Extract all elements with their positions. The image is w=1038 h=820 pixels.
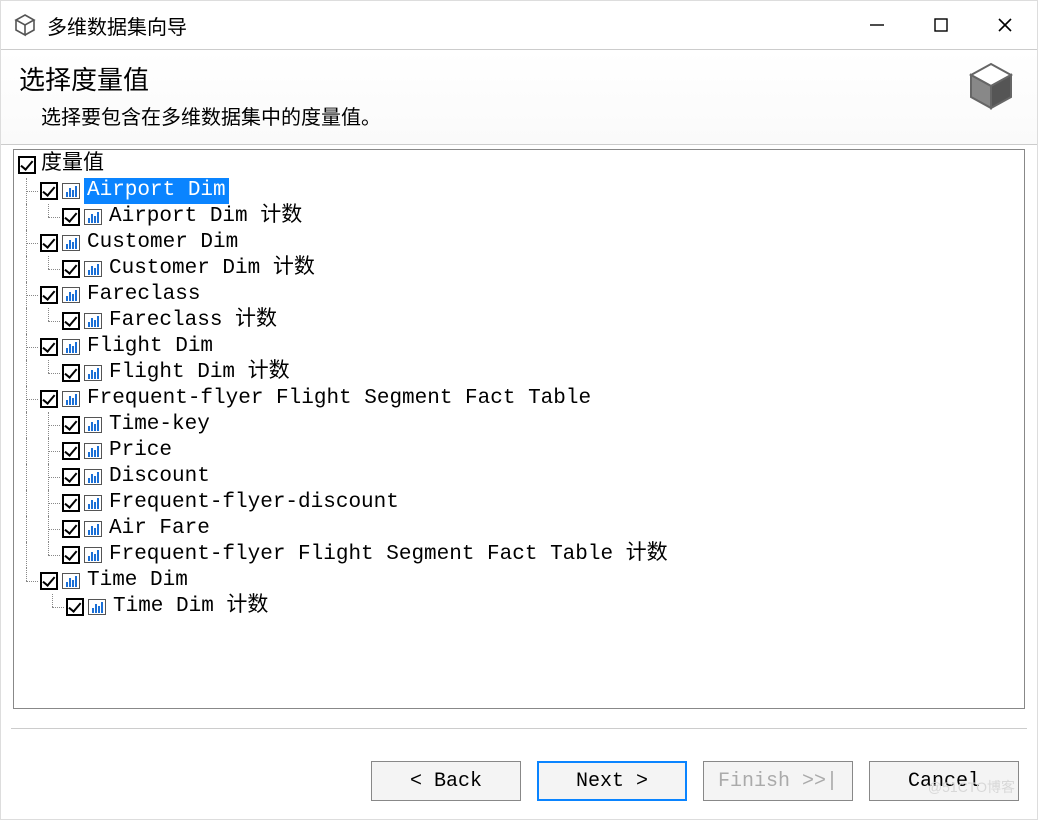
tree-label: Frequent-flyer-discount (106, 490, 402, 516)
tree-label: Time-key (106, 412, 213, 438)
checkbox[interactable] (62, 546, 80, 564)
checkbox[interactable] (62, 468, 80, 486)
checkbox[interactable] (62, 520, 80, 538)
measure-tree[interactable]: 度量值Airport DimAirport Dim 计数Customer Dim… (13, 149, 1025, 709)
measure-icon (84, 417, 102, 433)
tree-label: Frequent-flyer Flight Segment Fact Table… (106, 542, 671, 568)
measure-icon (84, 313, 102, 329)
header-title: 选择度量值 (19, 60, 965, 97)
measure-icon (62, 235, 80, 251)
header-subtitle: 选择要包含在多维数据集中的度量值。 (41, 101, 965, 130)
tree-label: Airport Dim 计数 (106, 204, 305, 230)
measure-icon (84, 547, 102, 563)
tree-item[interactable]: Airport Dim 计数 (18, 204, 1020, 230)
tree-item[interactable]: Discount (18, 464, 1020, 490)
tree-root[interactable]: 度量值 (18, 152, 1020, 178)
measure-icon (84, 261, 102, 277)
checkbox[interactable] (62, 364, 80, 382)
titlebar: 多维数据集向导 (1, 1, 1037, 49)
checkbox[interactable] (62, 208, 80, 226)
tree-group[interactable]: Fareclass (18, 282, 1020, 308)
tree-group[interactable]: Customer Dim (18, 230, 1020, 256)
tree-group[interactable]: Frequent-flyer Flight Segment Fact Table (18, 386, 1020, 412)
cube-icon (965, 60, 1017, 112)
maximize-button[interactable] (909, 1, 973, 49)
measure-icon (88, 599, 106, 615)
checkbox[interactable] (62, 442, 80, 460)
footer-separator (11, 728, 1027, 729)
tree-label: Fareclass (84, 282, 203, 308)
checkbox[interactable] (62, 416, 80, 434)
measure-icon (84, 365, 102, 381)
tree-label: Customer Dim (84, 230, 241, 256)
tree-item[interactable]: Frequent-flyer Flight Segment Fact Table… (18, 542, 1020, 568)
tree-label: Air Fare (106, 516, 213, 542)
tree-item[interactable]: Time Dim 计数 (18, 594, 1020, 620)
next-button[interactable]: Next > (537, 761, 687, 801)
minimize-button[interactable] (845, 1, 909, 49)
cancel-button[interactable]: Cancel (869, 761, 1019, 801)
tree-label: Flight Dim (84, 334, 216, 360)
measure-icon (62, 391, 80, 407)
checkbox[interactable] (66, 598, 84, 616)
tree-label: Frequent-flyer Flight Segment Fact Table (84, 386, 594, 412)
measure-icon (84, 469, 102, 485)
checkbox[interactable] (40, 234, 58, 252)
tree-label: Customer Dim 计数 (106, 256, 318, 282)
finish-button: Finish >>| (703, 761, 853, 801)
tree-item[interactable]: Flight Dim 计数 (18, 360, 1020, 386)
checkbox[interactable] (40, 286, 58, 304)
tree-item[interactable]: Air Fare (18, 516, 1020, 542)
back-button[interactable]: < Back (371, 761, 521, 801)
measure-icon (84, 495, 102, 511)
checkbox[interactable] (40, 572, 58, 590)
checkbox[interactable] (62, 312, 80, 330)
measure-icon (84, 521, 102, 537)
checkbox[interactable] (40, 338, 58, 356)
tree-label: Flight Dim 计数 (106, 360, 293, 386)
measure-icon (62, 183, 80, 199)
close-button[interactable] (973, 1, 1037, 49)
tree-label: Discount (106, 464, 213, 490)
measure-icon (84, 209, 102, 225)
checkbox[interactable] (62, 494, 80, 512)
tree-item[interactable]: Price (18, 438, 1020, 464)
tree-label: 度量值 (38, 152, 107, 178)
tree-item[interactable]: Time-key (18, 412, 1020, 438)
window-title: 多维数据集向导 (47, 11, 187, 40)
tree-item[interactable]: Frequent-flyer-discount (18, 490, 1020, 516)
tree-group[interactable]: Airport Dim (18, 178, 1020, 204)
checkbox[interactable] (18, 156, 36, 174)
tree-label: Time Dim 计数 (110, 594, 271, 620)
measure-icon (62, 573, 80, 589)
tree-label: Time Dim (84, 568, 191, 594)
tree-label: Price (106, 438, 175, 464)
wizard-header: 选择度量值 选择要包含在多维数据集中的度量值。 (1, 49, 1037, 145)
tree-group[interactable]: Flight Dim (18, 334, 1020, 360)
measure-icon (84, 443, 102, 459)
measure-icon (62, 287, 80, 303)
checkbox[interactable] (40, 390, 58, 408)
measure-icon (62, 339, 80, 355)
checkbox[interactable] (62, 260, 80, 278)
window-controls (845, 1, 1037, 49)
checkbox[interactable] (40, 182, 58, 200)
tree-group[interactable]: Time Dim (18, 568, 1020, 594)
wizard-footer: < Back Next > Finish >>| Cancel (371, 761, 1019, 801)
tree-label: Fareclass 计数 (106, 308, 280, 334)
tree-item[interactable]: Customer Dim 计数 (18, 256, 1020, 282)
tree-label: Airport Dim (84, 178, 229, 204)
tree-item[interactable]: Fareclass 计数 (18, 308, 1020, 334)
cube-outline-icon (13, 13, 37, 37)
